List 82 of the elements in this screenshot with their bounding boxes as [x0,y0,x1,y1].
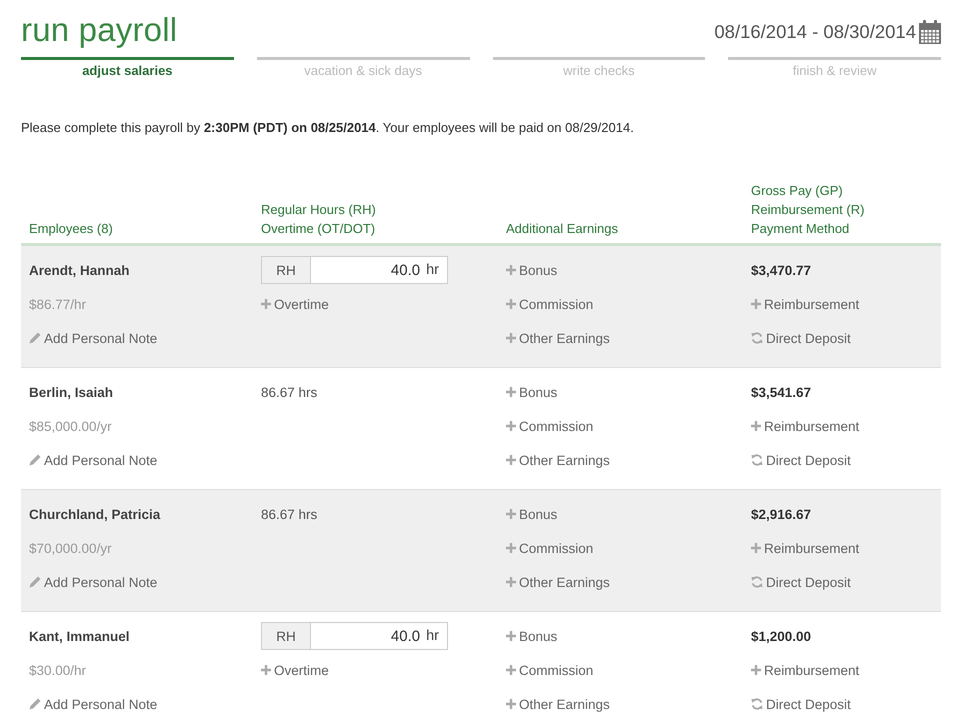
add-earning-link[interactable]: Bonus [506,506,558,522]
step-tab[interactable]: adjust salaries [21,57,234,79]
plus-icon [261,665,271,675]
add-note-link[interactable]: Add Personal Note [29,696,158,712]
add-reimbursement-link[interactable]: Reimbursement [751,540,860,556]
gross-pay: $3,541.67 [751,384,812,400]
plus-icon [506,299,516,309]
add-earning-link[interactable]: Commission [506,418,594,434]
hours-value: 86.67 hrs [261,506,318,522]
add-earning-link[interactable]: Bonus [506,628,558,644]
plus-icon [506,699,516,709]
plus-icon [751,421,761,431]
pencil-icon [29,332,41,344]
payment-method-link[interactable]: Direct Deposit [751,330,851,346]
hours-value: 86.67 hrs [261,384,318,400]
column-header: Gross Pay (GP) [751,182,844,200]
refresh-icon [751,576,763,588]
employee-name: Berlin, Isaiah [29,384,114,400]
column-header: Overtime (OT/DOT) [261,220,376,238]
plus-icon [506,509,516,519]
column-header: Employees (8) [29,220,114,238]
page-title: run payroll [21,10,178,50]
employee-name: Kant, Immanuel [29,628,130,644]
plus-icon [751,665,761,675]
gross-pay: $3,470.77 [751,262,812,278]
deadline-notice: Please complete this payroll by 2:30PM (PDT) on 08/25/2014. Your employees will be paid on 08/29/2014. [21,120,635,136]
employee-name: Churchland, Patricia [29,506,160,522]
add-earning-link[interactable]: Other Earnings [506,696,610,712]
plus-icon [506,543,516,553]
plus-icon [506,265,516,275]
add-earning-link[interactable]: Bonus [506,262,558,278]
column-header: Reimbursement (R) [751,201,866,219]
add-earning-link[interactable]: Commission [506,296,594,312]
add-overtime-link[interactable]: Overtime [261,662,329,678]
hours-input[interactable]: 40.0 hr [311,256,448,284]
add-reimbursement-link[interactable]: Reimbursement [751,296,860,312]
add-earning-link[interactable]: Other Earnings [506,452,610,468]
payment-method-link[interactable]: Direct Deposit [751,452,851,468]
plus-icon [506,455,516,465]
hours-prefix: RH [261,622,311,650]
add-earning-link[interactable]: Other Earnings [506,574,610,590]
hours-prefix: RH [261,256,311,284]
plus-icon [751,543,761,553]
plus-icon [506,421,516,431]
plus-icon [751,299,761,309]
plus-icon [506,387,516,397]
add-earning-link[interactable]: Bonus [506,384,558,400]
plus-icon [506,333,516,343]
add-earning-link[interactable]: Other Earnings [506,330,610,346]
column-header: Payment Method [751,220,850,238]
pencil-icon [29,698,41,710]
date-range: 08/16/2014 - 08/30/2014 [714,20,916,44]
employee-name: Arendt, Hannah [29,262,130,278]
payment-method-link[interactable]: Direct Deposit [751,574,851,590]
pay-rate: $30.00/hr [29,662,86,678]
gross-pay: $1,200.00 [751,628,812,644]
add-reimbursement-link[interactable]: Reimbursement [751,662,860,678]
plus-icon [506,665,516,675]
plus-icon [261,299,271,309]
pay-rate: $85,000.00/yr [29,418,112,434]
add-earning-link[interactable]: Commission [506,662,594,678]
hours-input[interactable]: 40.0 hr [311,622,448,650]
plus-icon [506,631,516,641]
payment-method-link[interactable]: Direct Deposit [751,696,851,712]
refresh-icon [751,332,763,344]
gross-pay: $2,916.67 [751,506,812,522]
calendar-icon[interactable] [919,20,941,44]
add-earning-link[interactable]: Commission [506,540,594,556]
add-overtime-link[interactable]: Overtime [261,296,329,312]
add-note-link[interactable]: Add Personal Note [29,330,158,346]
column-header: Additional Earnings [506,220,620,238]
pencil-icon [29,454,41,466]
pencil-icon [29,576,41,588]
plus-icon [506,577,516,587]
refresh-icon [751,698,763,710]
refresh-icon [751,454,763,466]
column-header: Regular Hours (RH) [261,201,377,219]
add-reimbursement-link[interactable]: Reimbursement [751,418,860,434]
add-note-link[interactable]: Add Personal Note [29,452,158,468]
pay-rate: $86.77/hr [29,296,86,312]
pay-rate: $70,000.00/yr [29,540,112,556]
add-note-link[interactable]: Add Personal Note [29,574,158,590]
